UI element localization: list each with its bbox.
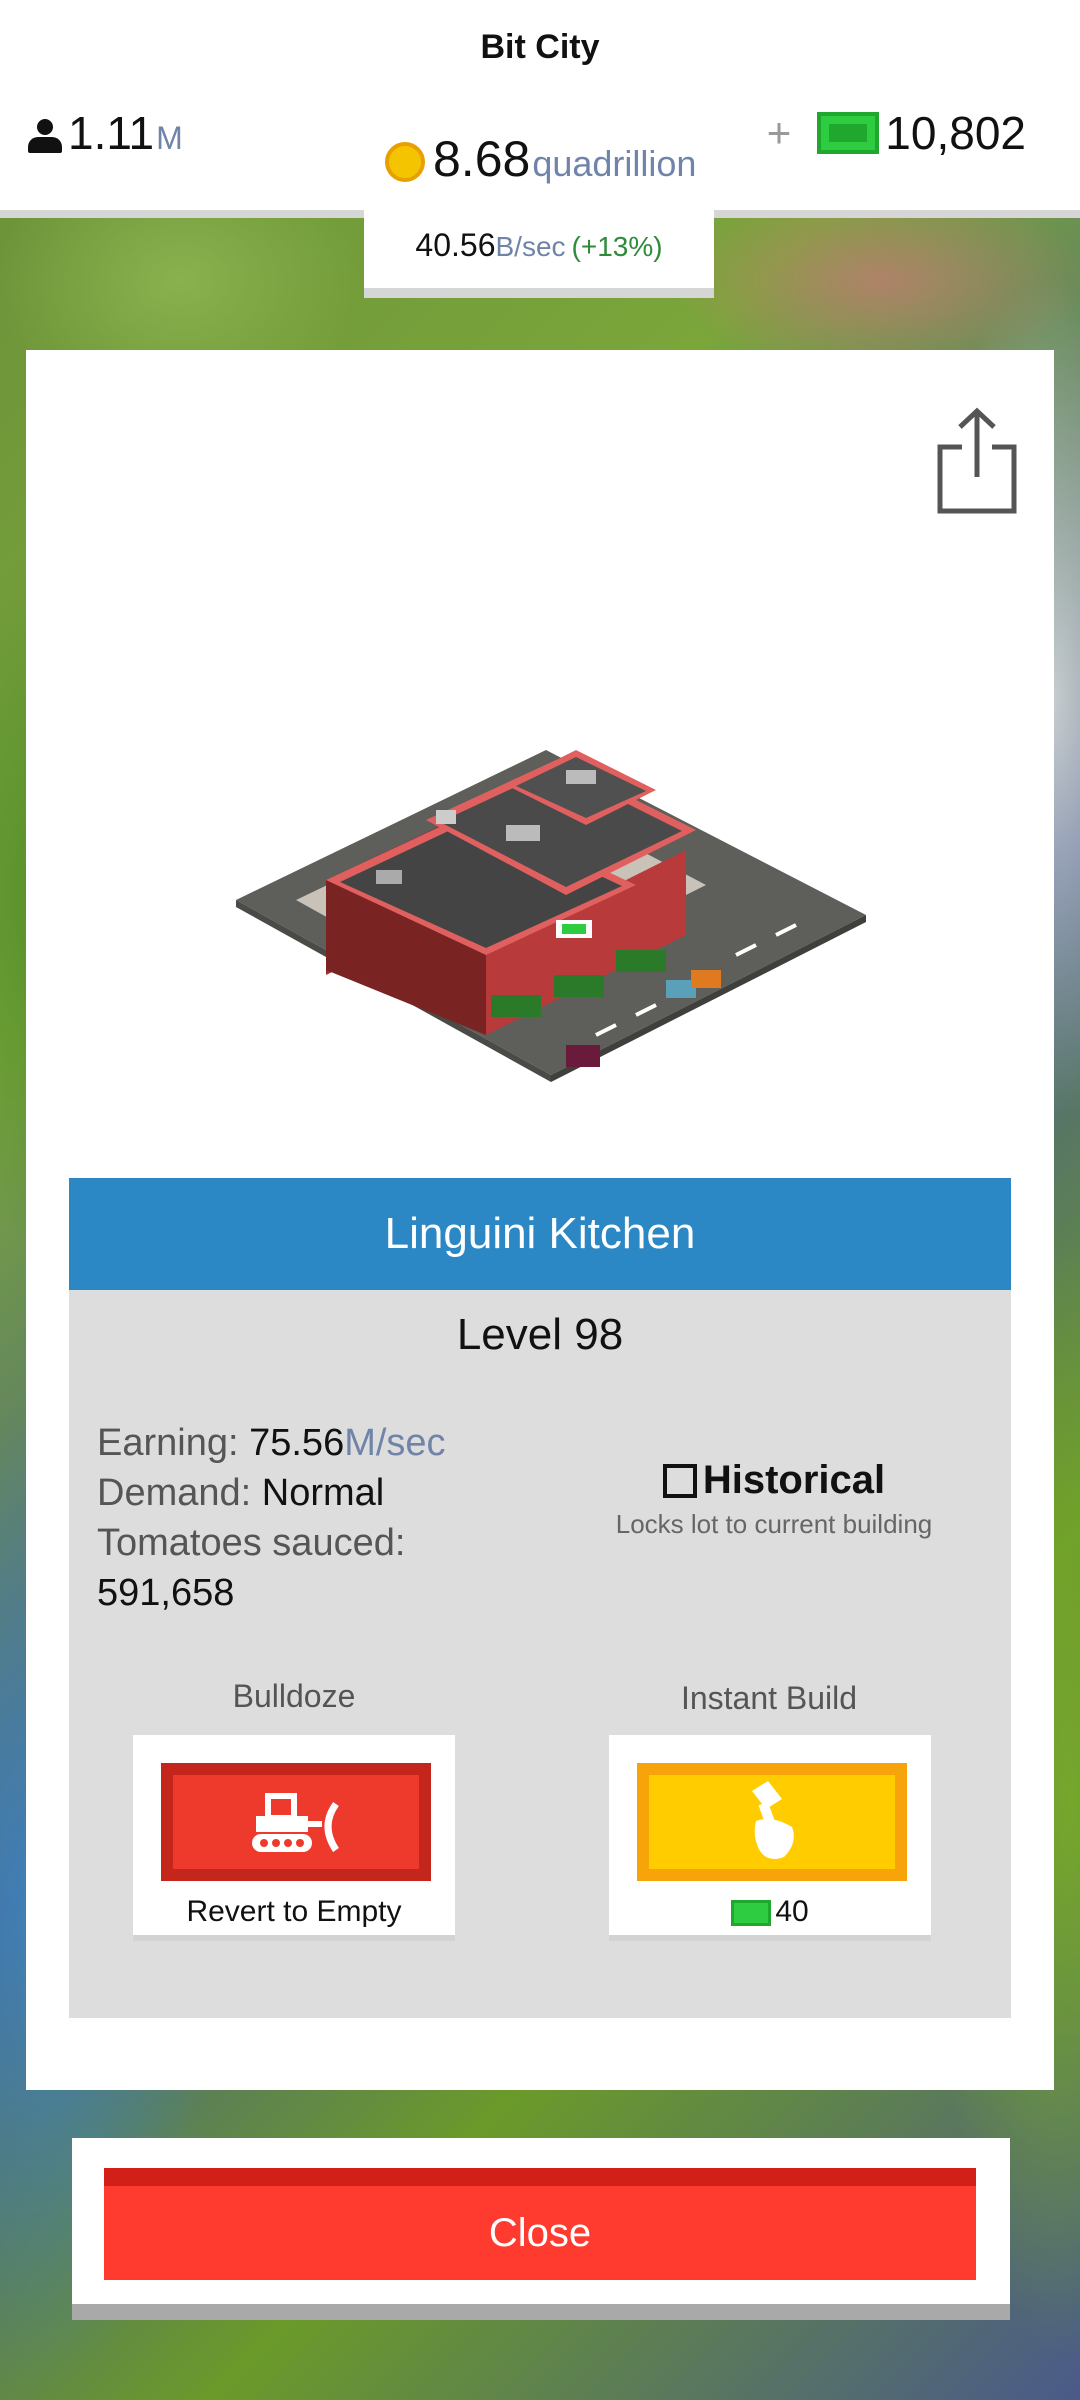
population-value: 1.11: [68, 107, 155, 159]
instant-build-button-face[interactable]: [637, 1763, 907, 1881]
city-name: Bit City: [480, 28, 600, 66]
instant-build-label: Instant Build: [680, 1680, 858, 1716]
hammer-hand-icon: [752, 1781, 794, 1859]
instant-build-cost: 40: [609, 1895, 931, 1929]
income-tab: 40.56B/sec (+13%): [364, 210, 714, 298]
stat-value: 591,658: [97, 1572, 235, 1614]
top-bar: Bit City 1.11 M 8.68 quadrillion + 10,80…: [0, 0, 1080, 218]
historical-description: Locks lot to current building: [615, 1509, 933, 1539]
coin-icon: [385, 142, 425, 182]
close-button-container: Close: [72, 2138, 1010, 2320]
demand-label: Demand:: [97, 1472, 252, 1514]
building-info-panel: Linguini Kitchen Level 98 Earning: 75.56…: [69, 1178, 1011, 2018]
income-bonus: (+13%): [571, 231, 663, 262]
close-button[interactable]: Close: [104, 2168, 976, 2280]
instant-build-button[interactable]: 40: [609, 1735, 931, 1941]
historical-label: Historical: [702, 1458, 886, 1502]
earning-value: 75.56: [249, 1422, 345, 1464]
earning-label: Earning:: [97, 1422, 239, 1464]
building-level: Level 98: [456, 1310, 624, 1359]
demand-value: Normal: [261, 1472, 385, 1514]
person-icon: [28, 119, 62, 155]
earning-unit: M/sec: [344, 1422, 446, 1464]
earning-row: Earning: 75.56M/sec: [97, 1418, 446, 1468]
cash-value: 10,802: [885, 107, 1026, 159]
stat-label: Tomatoes sauced:: [97, 1522, 406, 1564]
income-unit: B/sec: [495, 231, 566, 262]
cash-icon: [731, 1900, 772, 1927]
population-display: 1.11 M: [28, 106, 183, 160]
bulldoze-button[interactable]: Revert to Empty: [133, 1735, 455, 1941]
bulldoze-button-face[interactable]: [161, 1763, 431, 1881]
coins-display: 8.68 quadrillion: [385, 130, 696, 188]
cash-display[interactable]: + 10,802: [767, 106, 1026, 160]
cash-icon: [817, 112, 880, 154]
instant-build-cost-value: 40: [775, 1895, 809, 1928]
building-stats: Earning: 75.56M/sec Demand: Normal Tomat…: [97, 1418, 446, 1618]
share-icon[interactable]: [932, 405, 1022, 515]
plus-icon[interactable]: +: [767, 109, 792, 157]
demand-row: Demand: Normal: [97, 1468, 446, 1518]
historical-toggle[interactable]: Historical Locks lot to current building: [594, 1458, 954, 1540]
building-image: [236, 750, 866, 1097]
building-card: Linguini Kitchen Level 98 Earning: 75.56…: [26, 350, 1054, 2090]
bulldoze-caption: Revert to Empty: [186, 1895, 402, 1928]
population-unit: M: [156, 120, 183, 156]
coins-value: 8.68: [433, 131, 531, 187]
bulldozer-icon: [252, 1793, 339, 1852]
coins-unit: quadrillion: [532, 143, 697, 184]
income-value: 40.56: [415, 227, 496, 263]
bulldoze-label: Bulldoze: [232, 1678, 356, 1714]
historical-checkbox[interactable]: [662, 1463, 697, 1498]
building-name: Linguini Kitchen: [69, 1178, 1011, 1290]
